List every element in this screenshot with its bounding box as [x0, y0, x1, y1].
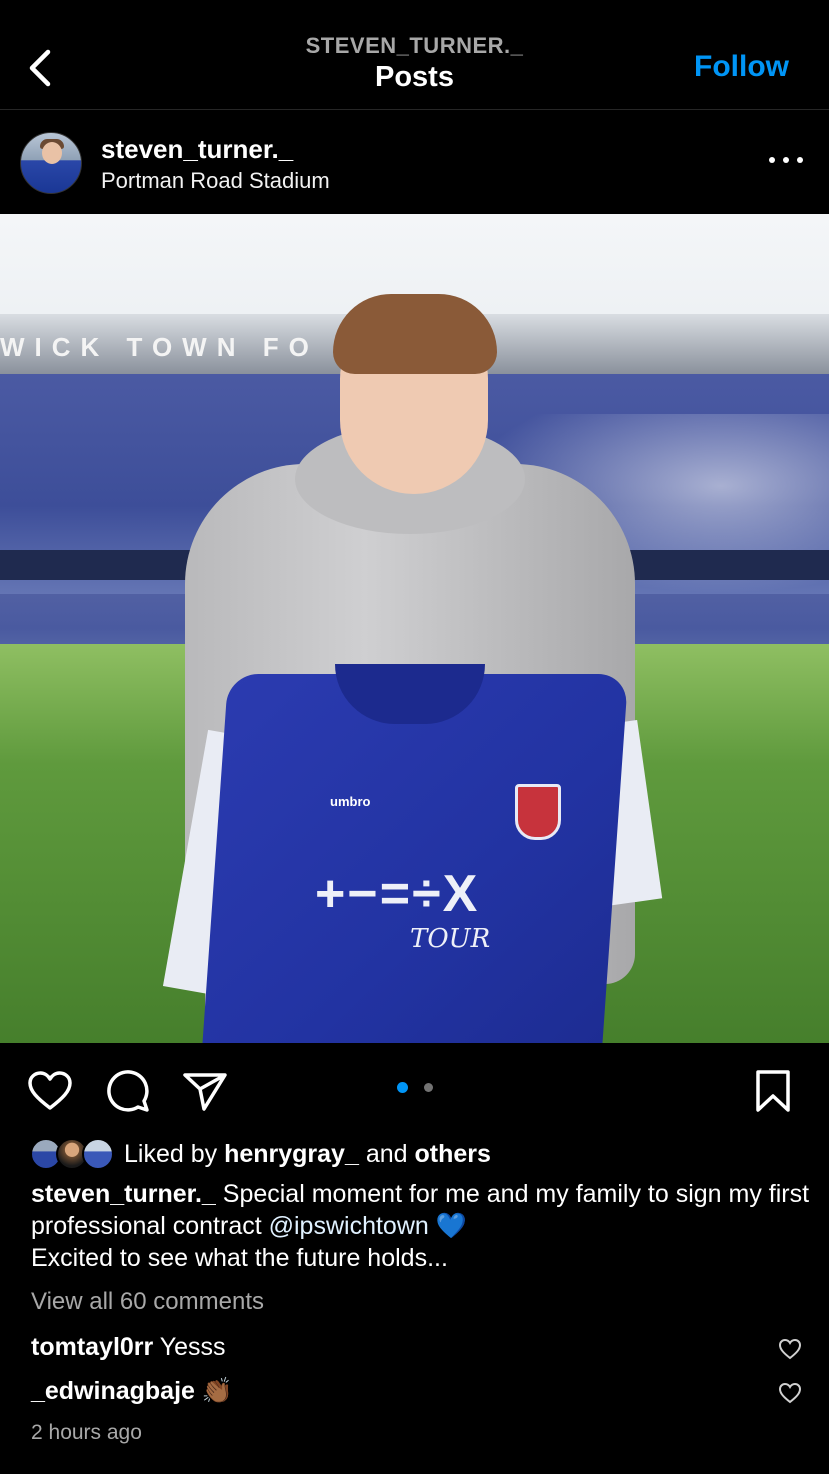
- avatar: [82, 1138, 114, 1170]
- likes-others[interactable]: others: [415, 1140, 491, 1168]
- shirt-sponsor-sub: TOUR: [410, 924, 491, 954]
- comment-username[interactable]: tomtayl0rr: [31, 1333, 153, 1361]
- carousel-dot-active: [397, 1081, 408, 1093]
- ipswich-shirt: umbro +−=÷X TOUR: [162, 654, 663, 1043]
- comment-icon: [107, 1070, 149, 1112]
- likes-conj: and: [365, 1139, 408, 1168]
- avatar[interactable]: [20, 132, 82, 194]
- caption-username[interactable]: steven_turner._: [31, 1180, 216, 1208]
- liker-avatars: [30, 1136, 118, 1172]
- more-horizontal-icon: [769, 157, 775, 163]
- post-location[interactable]: Portman Road Stadium: [101, 168, 330, 194]
- share-button[interactable]: [181, 1067, 229, 1115]
- heart-icon: [778, 1338, 802, 1360]
- carousel-dot: [424, 1082, 433, 1092]
- more-options-button[interactable]: [769, 148, 803, 172]
- blue-heart-emoji: 💙: [435, 1212, 467, 1240]
- comment-text: Yesss: [159, 1333, 226, 1361]
- view-all-comments-link[interactable]: View all 60 comments: [31, 1288, 264, 1316]
- save-button[interactable]: [749, 1067, 797, 1115]
- send-icon: [183, 1073, 227, 1111]
- post-header: steven_turner._ Portman Road Stadium: [0, 110, 829, 214]
- comment-item: tomtayl0rr Yesss: [31, 1333, 226, 1362]
- top-bar: STEVEN_TURNER._ Posts Follow: [0, 0, 829, 110]
- post-timestamp: 2 hours ago: [31, 1421, 142, 1444]
- comment-button[interactable]: [104, 1067, 152, 1115]
- bookmark-icon: [756, 1070, 790, 1112]
- comment-like-button[interactable]: [777, 1380, 803, 1406]
- liker-username[interactable]: henrygray_: [224, 1140, 359, 1168]
- caption-text-2: Excited to see what the future holds...: [31, 1244, 448, 1272]
- comment-text: 👏🏾: [201, 1377, 234, 1405]
- shirt-sponsor: +−=÷X: [315, 865, 480, 923]
- action-bar: [0, 1043, 829, 1133]
- shirt-brand: umbro: [330, 794, 371, 809]
- post-username[interactable]: steven_turner._: [101, 134, 293, 165]
- likes-row[interactable]: Liked by henrygray_ and others: [30, 1134, 491, 1174]
- post-caption: steven_turner._ Special moment for me an…: [31, 1178, 811, 1274]
- heart-icon: [778, 1382, 802, 1404]
- comment-like-button[interactable]: [777, 1336, 803, 1362]
- comment-username[interactable]: _edwinagbaje: [31, 1377, 195, 1405]
- likes-text: Liked by henrygray_ and others: [124, 1140, 491, 1169]
- like-button[interactable]: [26, 1067, 74, 1115]
- carousel-indicator: [397, 1081, 433, 1093]
- caption-mention[interactable]: @ipswichtown: [269, 1212, 429, 1240]
- heart-icon: [28, 1071, 72, 1110]
- follow-button[interactable]: Follow: [694, 50, 789, 84]
- post-photo[interactable]: WICK TOWN FO CLUB umbro +−=÷X TOUR: [0, 214, 829, 1043]
- likes-prefix: Liked by: [124, 1139, 218, 1168]
- club-crest: [515, 784, 561, 840]
- comment-item: _edwinagbaje 👏🏾: [31, 1377, 233, 1406]
